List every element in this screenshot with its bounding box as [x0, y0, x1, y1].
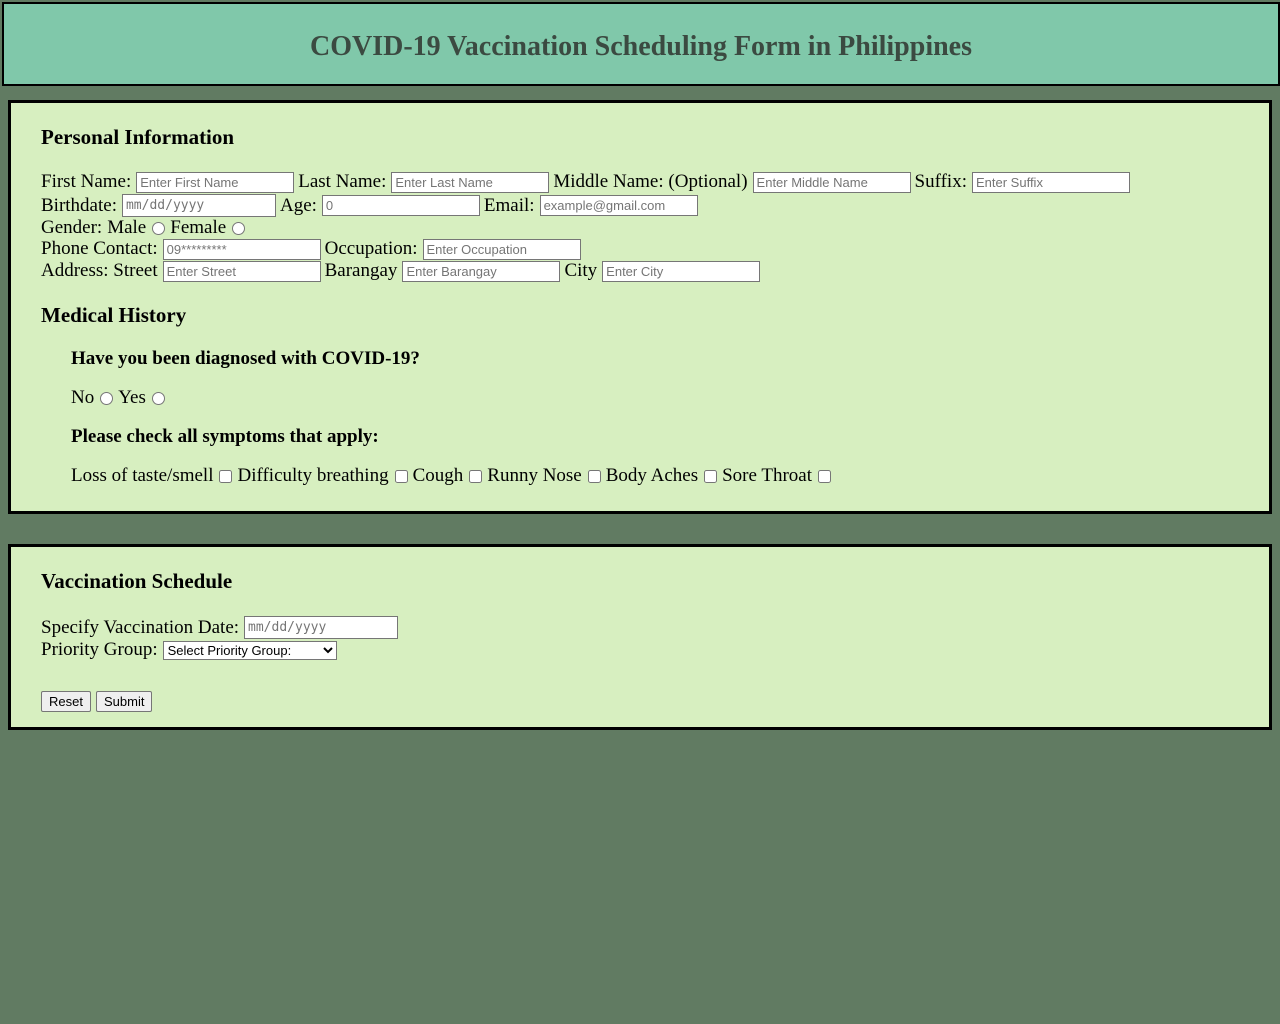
symptom-label: Runny Nose: [487, 465, 582, 486]
middle-name-label: Middle Name: (Optional): [553, 171, 748, 192]
suffix-label: Suffix:: [914, 171, 967, 192]
symptoms-row: Loss of taste/smell Difficulty breathing…: [71, 465, 836, 487]
symptom-runny-nose-checkbox[interactable]: [587, 469, 601, 483]
vaccination-date-label: Specify Vaccination Date:: [41, 616, 240, 638]
email-input[interactable]: [539, 195, 698, 216]
city-input[interactable]: [602, 260, 761, 282]
gender-female-radio[interactable]: [232, 221, 246, 235]
reset-button[interactable]: Reset: [41, 691, 91, 712]
birthdate-label: Birthdate:: [41, 194, 117, 216]
occupation-label: Occupation:: [324, 238, 418, 259]
name-row: First Name: Last Name: Middle Name: (Opt…: [41, 171, 1134, 193]
phone-label: Phone Contact:: [41, 238, 158, 259]
gender-male-radio[interactable]: [152, 221, 166, 235]
priority-group-row: Priority Group: Select Priority Group:: [41, 639, 337, 661]
priority-group-select[interactable]: Select Priority Group:: [162, 640, 337, 660]
symptom-cough-checkbox[interactable]: [469, 469, 483, 483]
diagnosis-yes-radio[interactable]: [151, 391, 165, 405]
symptom-body-aches-checkbox[interactable]: [704, 469, 718, 483]
vaccination-date-input[interactable]: [244, 616, 399, 639]
street-input[interactable]: [162, 260, 321, 282]
symptom-label: Sore Throat: [722, 465, 812, 486]
first-name-label: First Name:: [41, 171, 132, 192]
first-name-input[interactable]: [136, 171, 295, 193]
barangay-label: Barangay: [324, 260, 398, 281]
vaccination-schedule-panel: Vaccination Schedule Specify Vaccination…: [8, 544, 1272, 730]
address-street-label: Address: Street: [41, 260, 158, 281]
age-input[interactable]: [321, 195, 480, 216]
city-label: City: [564, 260, 598, 281]
diagnosis-no-radio[interactable]: [100, 391, 114, 405]
phone-row: Phone Contact: Occupation:: [41, 238, 585, 260]
vaccination-schedule-heading: Vaccination Schedule: [41, 569, 233, 593]
page-title: COVID-19 Vaccination Scheduling Form in …: [309, 31, 972, 62]
symptom-label: Body Aches: [605, 465, 699, 486]
personal-info-panel: Personal Information First Name: Last Na…: [8, 100, 1272, 514]
diagnosis-no-label: No: [71, 387, 95, 408]
middle-name-input[interactable]: [752, 171, 911, 193]
suffix-input[interactable]: [971, 171, 1130, 193]
symptom-sore-throat-checkbox[interactable]: [818, 469, 831, 483]
symptom-loss-of-taste-checkbox[interactable]: [219, 469, 233, 483]
symptom-label: Difficulty breathing: [237, 465, 389, 486]
birthdate-row: Birthdate: Age: Email:: [41, 194, 702, 217]
gender-male-label: Male: [107, 217, 147, 238]
priority-group-label: Priority Group:: [41, 639, 158, 660]
covid-diagnosis-question: Have you been diagnosed with COVID-19?: [71, 348, 420, 369]
symptom-difficulty-breathing-checkbox[interactable]: [394, 469, 408, 483]
barangay-input[interactable]: [402, 260, 561, 282]
personal-info-heading: Personal Information: [41, 125, 235, 149]
gender-label: Gender:: [41, 217, 103, 238]
vaccination-date-row: Specify Vaccination Date:: [41, 616, 402, 639]
birthdate-input[interactable]: [121, 194, 276, 217]
occupation-input[interactable]: [422, 238, 581, 260]
symptom-label: Loss of taste/smell: [71, 465, 214, 486]
symptom-label: Cough: [412, 465, 464, 486]
submit-button[interactable]: Submit: [96, 691, 153, 712]
medical-history-heading: Medical History: [41, 303, 187, 327]
diagnosis-yes-label: Yes: [118, 387, 146, 408]
page-header: COVID-19 Vaccination Scheduling Form in …: [2, 2, 1280, 86]
address-row: Address: Street Barangay City: [41, 260, 764, 282]
email-label: Email:: [483, 194, 535, 216]
age-label: Age:: [279, 194, 317, 216]
phone-input[interactable]: [162, 238, 321, 260]
covid-diagnosis-row: No Yes: [71, 387, 170, 409]
last-name-label: Last Name:: [298, 171, 387, 192]
gender-female-label: Female: [170, 217, 227, 238]
symptoms-question: Please check all symptoms that apply:: [71, 426, 379, 447]
gender-row: Gender: Male Female: [41, 217, 250, 239]
last-name-input[interactable]: [391, 171, 550, 193]
